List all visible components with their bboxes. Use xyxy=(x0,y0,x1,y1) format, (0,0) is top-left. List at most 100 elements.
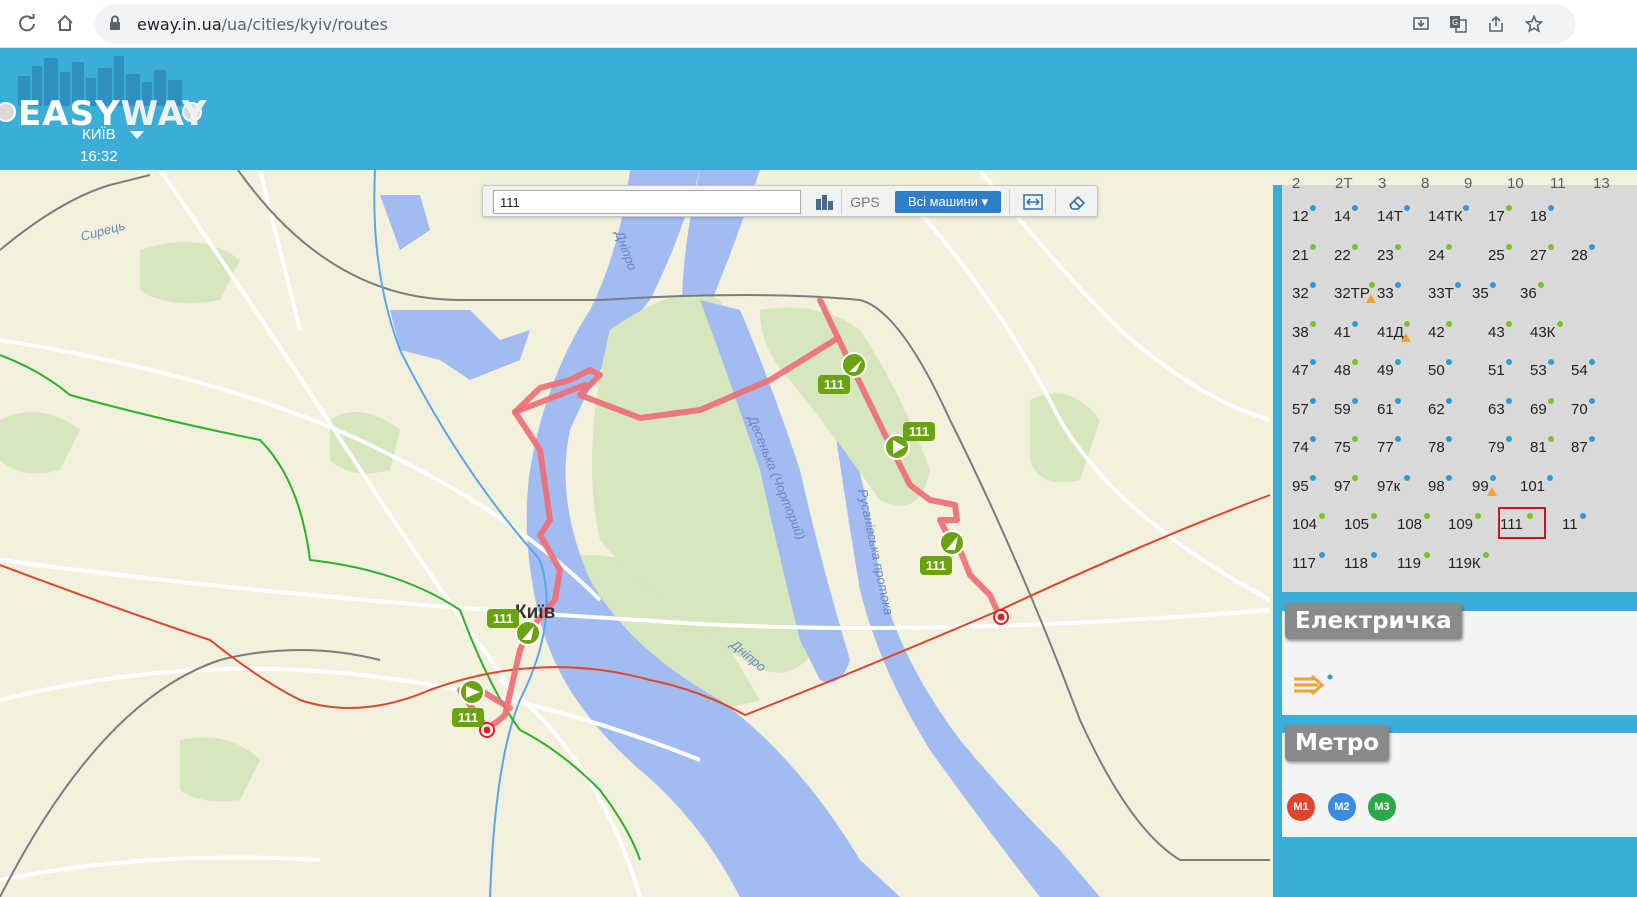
easyway-logo[interactable]: EASYWAY xyxy=(0,54,215,134)
vehicle-status-dot xyxy=(1490,282,1496,288)
route-item-43[interactable]: 43 xyxy=(1488,320,1512,341)
route-item-77[interactable]: 77 xyxy=(1377,436,1401,456)
route-item-partial[interactable]: 11 xyxy=(1550,175,1566,192)
bus-marker[interactable]: 111 xyxy=(487,609,541,646)
route-item-70[interactable]: 70 xyxy=(1571,397,1595,418)
route-item-47[interactable]: 47 xyxy=(1292,359,1316,379)
route-item-33Т[interactable]: 33Т xyxy=(1428,282,1461,302)
train-icon[interactable] xyxy=(1292,673,1334,702)
metro-line-m2-button[interactable]: M2 xyxy=(1328,793,1356,821)
route-item-36[interactable]: 36 xyxy=(1520,282,1544,302)
route-item-43К[interactable]: 43К xyxy=(1530,320,1563,341)
install-icon[interactable] xyxy=(1410,13,1432,35)
route-item-35[interactable]: 35 xyxy=(1472,282,1496,302)
route-item-14ТК[interactable]: 14ТК xyxy=(1428,205,1469,225)
fit-bounds-icon[interactable] xyxy=(1017,189,1049,215)
translate-icon[interactable]: G xyxy=(1447,13,1469,35)
route-item-32ТР[interactable]: 32ТР xyxy=(1334,282,1376,303)
gps-button[interactable]: GPS xyxy=(845,189,885,215)
svg-text:111: 111 xyxy=(824,377,844,392)
route-item-97к[interactable]: 97к xyxy=(1377,474,1410,495)
address-bar[interactable]: eway.in.ua/ua/cities/kyiv/routes G xyxy=(95,4,1575,44)
route-item-99[interactable]: 99 xyxy=(1472,474,1497,496)
route-item-95[interactable]: 95 xyxy=(1292,474,1316,495)
route-item-18[interactable]: 18 xyxy=(1530,205,1554,225)
route-item-23[interactable]: 23 xyxy=(1377,243,1401,264)
route-item-97[interactable]: 97 xyxy=(1334,474,1358,495)
route-item-22[interactable]: 22 xyxy=(1334,243,1358,264)
vehicle-status-dot xyxy=(1310,436,1316,442)
route-item-69[interactable]: 69 xyxy=(1530,397,1554,418)
route-item-partial[interactable]: 2Т xyxy=(1335,175,1353,192)
route-item-41Д[interactable]: 41Д xyxy=(1377,320,1411,342)
route-item-11[interactable]: 11 xyxy=(1562,513,1586,533)
route-item-27[interactable]: 27 xyxy=(1530,243,1554,264)
route-item-17[interactable]: 17 xyxy=(1488,205,1512,225)
route-item-48[interactable]: 48 xyxy=(1334,359,1358,379)
route-item-21[interactable]: 21 xyxy=(1292,243,1316,264)
route-item-32[interactable]: 32 xyxy=(1292,282,1316,302)
bus-marker[interactable]: 111 xyxy=(920,530,965,575)
route-item-111[interactable]: 111 xyxy=(1500,513,1533,533)
route-item-59[interactable]: 59 xyxy=(1334,397,1358,418)
route-item-104[interactable]: 104 xyxy=(1292,513,1325,533)
route-item-117[interactable]: 117 xyxy=(1292,551,1325,572)
route-item-partial[interactable]: 8 xyxy=(1421,175,1429,192)
route-item-14[interactable]: 14 xyxy=(1334,205,1358,225)
route-item-partial[interactable]: 2 xyxy=(1292,175,1300,192)
route-item-75[interactable]: 75 xyxy=(1334,436,1358,456)
vehicle-status-dot xyxy=(1589,359,1595,365)
route-item-50[interactable]: 50 xyxy=(1428,359,1452,379)
eraser-icon[interactable] xyxy=(1061,189,1093,215)
route-item-38[interactable]: 38 xyxy=(1292,320,1316,341)
route-item-53[interactable]: 53 xyxy=(1530,359,1554,379)
bus-marker[interactable]: 111 xyxy=(452,679,485,727)
bus-marker[interactable]: 111 xyxy=(884,422,935,460)
route-item-74[interactable]: 74 xyxy=(1292,436,1316,456)
route-search-input[interactable] xyxy=(493,190,801,214)
metro-line-m1-button[interactable]: M1 xyxy=(1287,793,1315,821)
route-item-54[interactable]: 54 xyxy=(1571,359,1595,379)
city-selector[interactable]: КИЇВ xyxy=(82,126,116,143)
route-item-51[interactable]: 51 xyxy=(1488,359,1512,379)
route-item-57[interactable]: 57 xyxy=(1292,397,1316,418)
route-item-12[interactable]: 12 xyxy=(1292,205,1316,225)
route-item-33[interactable]: 33 xyxy=(1377,282,1401,302)
route-item-partial[interactable]: 10 xyxy=(1507,175,1524,192)
route-item-partial[interactable]: 13 xyxy=(1593,175,1610,192)
metro-line-m3-button[interactable]: M3 xyxy=(1368,793,1396,821)
route-item-119[interactable]: 119 xyxy=(1397,551,1430,572)
route-item-78[interactable]: 78 xyxy=(1428,436,1452,456)
route-item-24[interactable]: 24 xyxy=(1428,243,1452,264)
route-item-41[interactable]: 41 xyxy=(1334,320,1358,341)
route-item-49[interactable]: 49 xyxy=(1377,359,1401,379)
route-item-63[interactable]: 63 xyxy=(1488,397,1512,418)
route-item-108[interactable]: 108 xyxy=(1397,513,1430,533)
route-item-14Т[interactable]: 14Т xyxy=(1377,205,1410,225)
city-buildings-icon[interactable] xyxy=(809,189,839,215)
route-item-98[interactable]: 98 xyxy=(1428,474,1452,495)
bookmark-star-icon[interactable] xyxy=(1523,13,1545,35)
share-icon[interactable] xyxy=(1485,13,1507,35)
route-item-119К[interactable]: 119К xyxy=(1448,551,1489,572)
routes-panel: 2 2Т 3 8 9 10 11 13 12 14 14Т 14ТК 17 18 21 22 23 24 25 27 2… xyxy=(1273,175,1637,897)
bus-marker[interactable]: 111 xyxy=(818,352,867,394)
route-item-25[interactable]: 25 xyxy=(1488,243,1512,264)
route-item-118[interactable]: 118 xyxy=(1344,551,1377,572)
route-item-109[interactable]: 109 xyxy=(1448,513,1481,533)
route-item-61[interactable]: 61 xyxy=(1377,397,1401,418)
route-item-62[interactable]: 62 xyxy=(1428,397,1452,418)
route-item-partial[interactable]: 3 xyxy=(1378,175,1386,192)
chevron-down-icon[interactable] xyxy=(130,131,144,139)
route-item-42[interactable]: 42 xyxy=(1428,320,1452,341)
route-item-28[interactable]: 28 xyxy=(1571,243,1595,264)
route-item-79[interactable]: 79 xyxy=(1488,436,1512,456)
route-item-81[interactable]: 81 xyxy=(1530,436,1554,456)
route-item-105[interactable]: 105 xyxy=(1344,513,1377,533)
route-item-partial[interactable]: 9 xyxy=(1464,175,1472,192)
home-icon[interactable] xyxy=(50,8,80,38)
route-item-101[interactable]: 101 xyxy=(1520,474,1553,495)
reload-icon[interactable] xyxy=(12,8,42,38)
all-vehicles-dropdown[interactable]: Всі машини ▾ xyxy=(895,191,1001,213)
route-item-87[interactable]: 87 xyxy=(1571,436,1595,456)
